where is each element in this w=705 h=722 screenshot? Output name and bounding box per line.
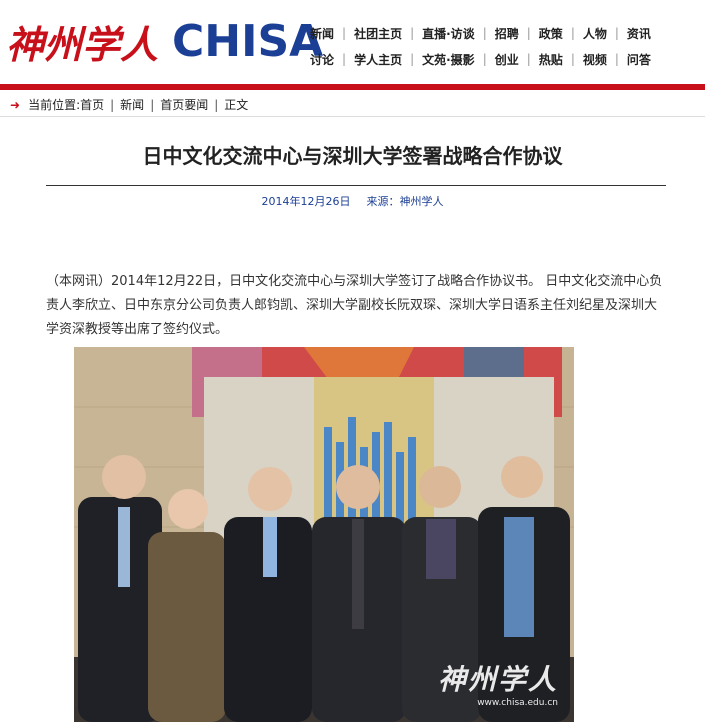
nav-item[interactable]: 新闻 — [310, 25, 334, 42]
nav-row-bottom: 讨论 | 学人主页 | 文苑·摄影 | 创业 | 热贴 | 视频 | 问答 — [310, 46, 702, 72]
breadcrumb-divider — [0, 116, 705, 117]
nav-item[interactable]: 视频 — [583, 51, 607, 68]
nav-separator: | — [570, 26, 575, 40]
site-logo-chisa[interactable]: CHISA — [172, 18, 323, 66]
nav-separator: | — [342, 52, 347, 66]
breadcrumb-current: 正文 — [224, 98, 249, 112]
breadcrumb-label: 当前位置: — [28, 98, 81, 112]
main-nav: 新闻 | 社团主页 | 直播·访谈 | 招聘 | 政策 | 人物 | 资讯 讨论 | 学人主页 | 文苑·摄影 |… — [310, 20, 702, 72]
breadcrumb-headlines[interactable]: 首页要闻 — [160, 96, 208, 113]
nav-separator: | — [614, 52, 619, 66]
nav-separator: | — [614, 26, 619, 40]
breadcrumb-separator: | — [150, 97, 155, 112]
nav-separator: | — [410, 52, 415, 66]
logo-cn-text: 神州学人 — [6, 22, 158, 67]
nav-separator: | — [526, 26, 531, 40]
photo-watermark: 神州学人 www.chisa.edu.cn — [438, 658, 558, 708]
nav-item[interactable]: 人物 — [583, 25, 607, 42]
nav-separator: | — [482, 26, 487, 40]
nav-item[interactable]: 招聘 — [495, 25, 519, 42]
nav-item[interactable]: 热贴 — [539, 51, 563, 68]
nav-item[interactable]: 讨论 — [310, 51, 334, 68]
article-meta: 2014年12月26日 来源：神州学人 — [0, 193, 705, 209]
nav-separator: | — [342, 26, 347, 40]
article-source: 来源：神州学人 — [366, 195, 444, 208]
breadcrumb-separator: | — [214, 97, 219, 112]
article-title: 日中文化交流中心与深圳大学签署战略合作协议 — [142, 144, 563, 168]
nav-item[interactable]: 问答 — [627, 51, 651, 68]
article-paragraph: （本网讯）2014年12月22日，日中文化交流中心与深圳大学签订了战略合作协议书… — [46, 274, 663, 337]
article-photo: 神州学人 www.chisa.edu.cn — [74, 347, 574, 722]
title-divider — [46, 185, 666, 186]
nav-item[interactable]: 创业 — [495, 51, 519, 68]
watermark-url: www.chisa.edu.cn — [477, 698, 558, 708]
nav-item[interactable]: 政策 — [539, 25, 563, 42]
nav-separator: | — [570, 52, 575, 66]
nav-separator: | — [410, 26, 415, 40]
arrow-right-icon: ➜ — [10, 97, 21, 112]
nav-item[interactable]: 文苑·摄影 — [422, 51, 475, 68]
article-date: 2014年12月26日 — [261, 195, 351, 208]
nav-item[interactable]: 直播·访谈 — [422, 25, 475, 42]
nav-separator: | — [482, 52, 487, 66]
nav-item[interactable]: 资讯 — [627, 25, 651, 42]
site-header: 神州学人 CHISA 新闻 | 社团主页 | 直播·访谈 | 招聘 | 政策 | 人物 | 资讯 讨论 |… — [0, 0, 705, 84]
header-divider-bar — [0, 84, 705, 90]
breadcrumb-home[interactable]: 首页 — [80, 96, 104, 113]
nav-item[interactable]: 学人主页 — [354, 51, 402, 68]
nav-row-top: 新闻 | 社团主页 | 直播·访谈 | 招聘 | 政策 | 人物 | 资讯 — [310, 20, 702, 46]
breadcrumb-news[interactable]: 新闻 — [120, 96, 144, 113]
nav-separator: | — [526, 52, 531, 66]
watermark-logo: 神州学人 — [437, 663, 558, 696]
breadcrumb: ➜ 当前位置: 首页 | 新闻 | 首页要闻 | 正文 — [10, 96, 248, 113]
site-logo-calligraphy[interactable]: 神州学人 — [6, 14, 168, 72]
nav-item[interactable]: 社团主页 — [354, 25, 402, 42]
breadcrumb-separator: | — [110, 97, 115, 112]
